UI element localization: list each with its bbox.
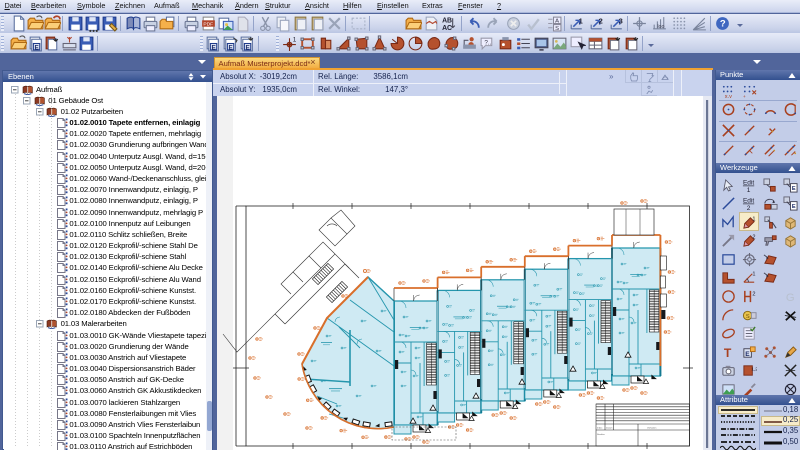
svg-text:E: E: [211, 44, 215, 51]
svg-text:1: 1: [293, 36, 297, 43]
svg-text:E: E: [34, 44, 38, 51]
svg-text:1: 1: [752, 272, 755, 278]
svg-text:S: S: [555, 26, 559, 32]
svg-text:loo: loo: [657, 24, 664, 30]
svg-text:E: E: [745, 351, 750, 358]
svg-text:Edit: Edit: [743, 198, 754, 205]
svg-text:1: 1: [752, 217, 755, 223]
svg-text:E: E: [228, 44, 232, 51]
svg-text:x,y: x,y: [725, 94, 732, 98]
svg-text:1: 1: [747, 187, 751, 193]
svg-text:3: 3: [619, 17, 623, 26]
svg-text:Struktur: Struktur: [597, 433, 605, 436]
svg-text:E: E: [792, 204, 796, 210]
svg-text:G: G: [786, 292, 795, 304]
svg-text:PDF: PDF: [203, 21, 213, 27]
svg-text:E: E: [792, 186, 796, 192]
svg-text:Datum: Datum: [606, 427, 613, 430]
svg-text:T: T: [724, 346, 732, 360]
svg-text:1,2,3: 1,2,3: [751, 367, 757, 372]
svg-text:AB: AB: [442, 17, 452, 24]
svg-text:Edit: Edit: [743, 180, 754, 187]
svg-text:2: 2: [752, 292, 755, 298]
svg-text:?..: ?..: [484, 40, 491, 47]
svg-text:2: 2: [752, 235, 755, 241]
svg-text:1: 1: [579, 17, 583, 26]
svg-text:2: 2: [747, 205, 751, 211]
svg-text:S: S: [746, 314, 750, 320]
svg-text:Index: Index: [597, 428, 603, 430]
svg-text:?: ?: [720, 19, 726, 30]
svg-text:E: E: [245, 44, 249, 51]
svg-text:2: 2: [599, 17, 603, 26]
svg-text:+: +: [743, 94, 746, 98]
svg-text:A: A: [555, 19, 559, 25]
svg-text:Vorhaben: Vorhaben: [647, 427, 657, 430]
